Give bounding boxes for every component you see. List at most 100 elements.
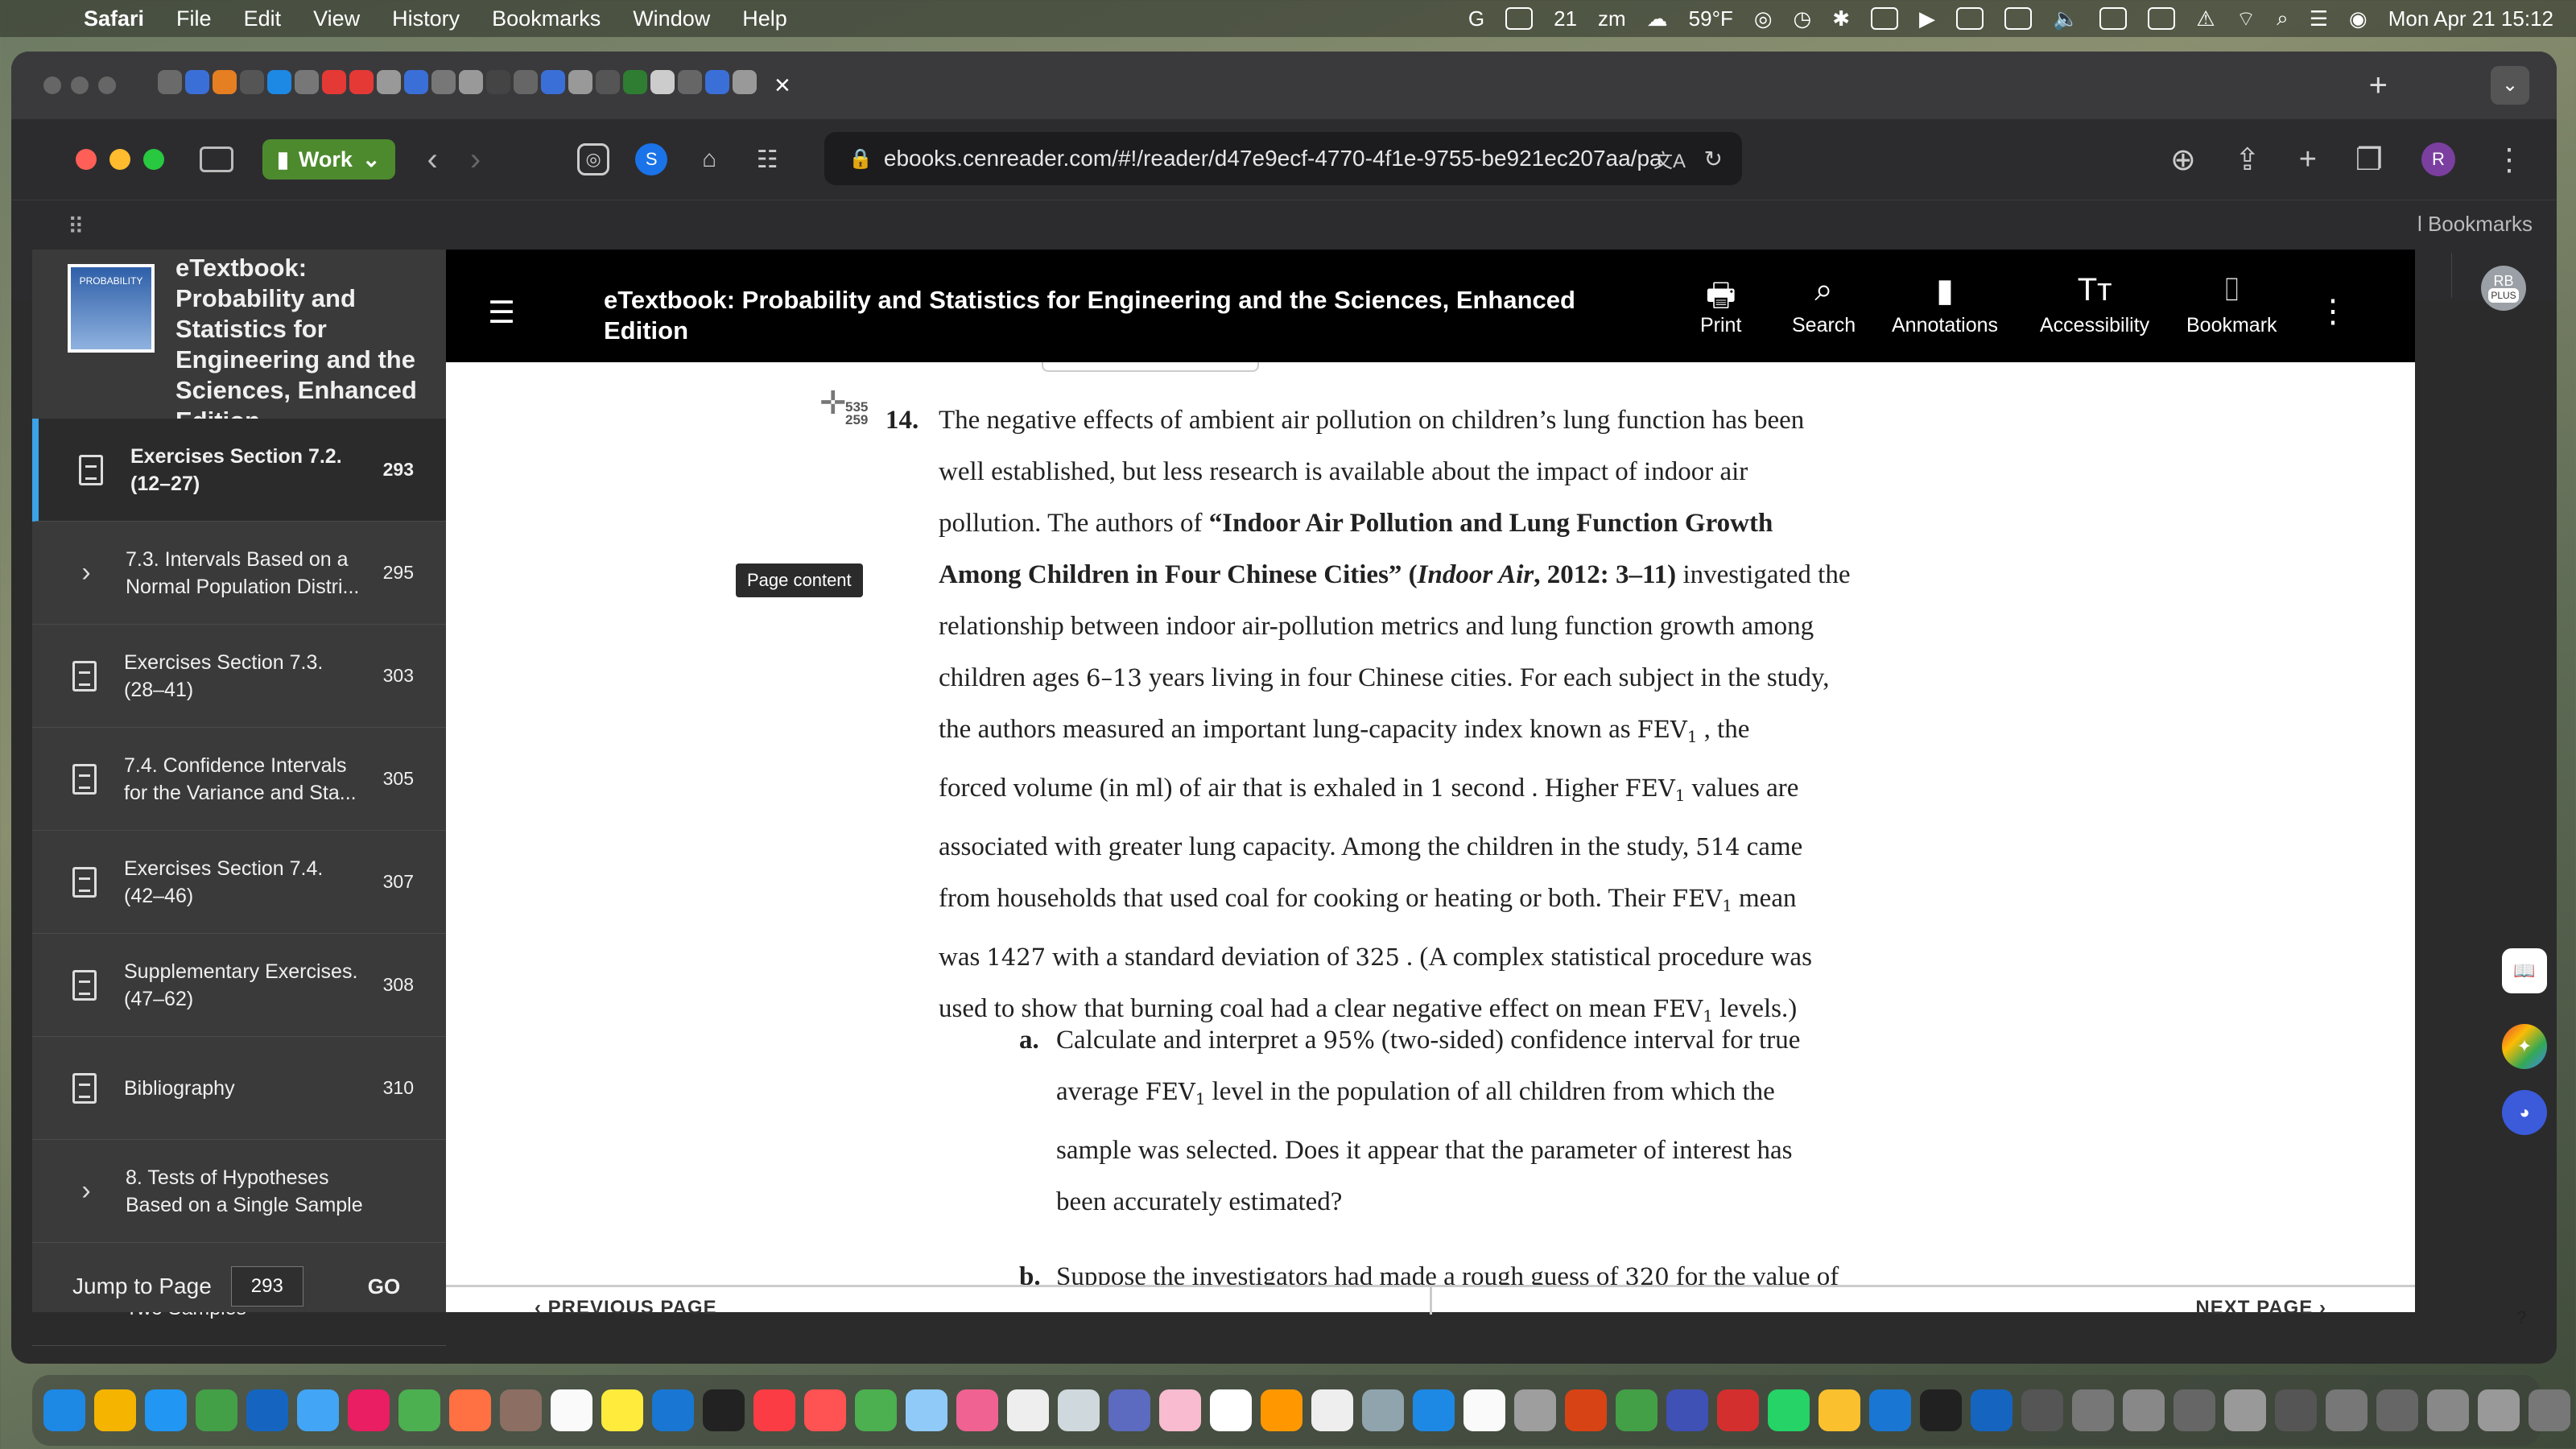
pinned-tab-icon[interactable] bbox=[514, 69, 538, 94]
close-window-icon[interactable] bbox=[76, 149, 97, 170]
sidebar-toggle-icon[interactable] bbox=[200, 147, 233, 172]
screenshot-extension-icon[interactable]: ◎ bbox=[577, 143, 610, 175]
reading-list-icon[interactable]: 📖 bbox=[2502, 948, 2547, 993]
volume-icon[interactable]: 🔈 bbox=[2053, 6, 2079, 31]
zoom-status-icon[interactable]: zm bbox=[1598, 6, 1626, 31]
dock-app-icon[interactable] bbox=[398, 1389, 440, 1431]
dock-app-icon[interactable] bbox=[246, 1389, 288, 1431]
dock-app-icon[interactable] bbox=[2021, 1389, 2063, 1431]
window-dot-close[interactable] bbox=[43, 76, 61, 94]
help-icon[interactable]: ? bbox=[2516, 1307, 2526, 1328]
dock-app-icon[interactable] bbox=[2326, 1389, 2368, 1431]
dock-app-icon[interactable] bbox=[1210, 1389, 1252, 1431]
pinned-tab-icon[interactable] bbox=[322, 69, 346, 94]
dock-app-icon[interactable] bbox=[348, 1389, 390, 1431]
dock-app-icon[interactable] bbox=[449, 1389, 491, 1431]
pinned-tab-icon[interactable] bbox=[623, 69, 647, 94]
dock-app-icon[interactable] bbox=[1058, 1389, 1100, 1431]
archive-extension-icon[interactable]: ⌂ bbox=[693, 143, 725, 175]
pinned-tab-icon[interactable] bbox=[486, 69, 510, 94]
dock-app-icon[interactable] bbox=[703, 1389, 745, 1431]
go-button[interactable]: GO bbox=[368, 1274, 400, 1299]
profile-button[interactable]: ▮ Work ⌄ bbox=[262, 139, 395, 180]
dock-app-icon[interactable] bbox=[297, 1389, 339, 1431]
bluetooth-icon[interactable]: ✱ bbox=[1832, 6, 1850, 31]
add-tab-icon[interactable]: + bbox=[2299, 142, 2317, 177]
print-button[interactable]: 🖶 Print bbox=[1700, 272, 1741, 337]
dock-app-icon[interactable] bbox=[1362, 1389, 1404, 1431]
dock-app-icon[interactable] bbox=[94, 1389, 136, 1431]
phone-icon[interactable] bbox=[2148, 7, 2176, 30]
annotations-button[interactable]: ▮ Annotations bbox=[1892, 272, 1998, 337]
dock-app-icon[interactable] bbox=[652, 1389, 694, 1431]
notification-icon[interactable]: ⚠ bbox=[2196, 6, 2215, 31]
dock-app-icon[interactable] bbox=[1869, 1389, 1911, 1431]
pinned-tab-icon[interactable] bbox=[678, 69, 702, 94]
chat-bot-icon[interactable]: ◕ bbox=[2502, 1090, 2547, 1135]
dock-app-icon[interactable] bbox=[906, 1389, 947, 1431]
zoom-window-icon[interactable] bbox=[143, 149, 164, 170]
previous-page-button[interactable]: ‹ PREVIOUS PAGE bbox=[535, 1297, 717, 1319]
toc-item[interactable]: Exercises Section 7.2. (12–27) 293 bbox=[32, 419, 446, 522]
new-tab-plus-icon[interactable]: + bbox=[2369, 68, 2388, 104]
wifi-icon[interactable]: ⌔ bbox=[2236, 6, 2256, 32]
weather-temp[interactable]: 59°F bbox=[1689, 6, 1733, 31]
dock-app-icon[interactable] bbox=[1717, 1389, 1759, 1431]
download-icon[interactable]: ⊕ bbox=[2170, 142, 2196, 178]
account-avatar[interactable]: R bbox=[2421, 142, 2455, 176]
tab-overview-icon[interactable]: ❐ bbox=[2355, 142, 2383, 178]
pinned-tab-icon[interactable] bbox=[596, 69, 620, 94]
dock-app-icon[interactable] bbox=[551, 1389, 592, 1431]
window-dot-max[interactable] bbox=[98, 76, 116, 94]
dock-app-icon[interactable] bbox=[2174, 1389, 2215, 1431]
more-options-icon[interactable]: ⋮ bbox=[2494, 142, 2524, 178]
pinned-tab-icon[interactable] bbox=[459, 69, 483, 94]
dock-app-icon[interactable] bbox=[43, 1389, 85, 1431]
dock-app-icon[interactable] bbox=[1159, 1389, 1201, 1431]
dock-app-icon[interactable] bbox=[2529, 1389, 2570, 1431]
assistant-icon[interactable]: ✦ bbox=[2502, 1024, 2547, 1069]
dock-app-icon[interactable] bbox=[1616, 1389, 1657, 1431]
toc-item[interactable]: › 8. Tests of Hypotheses Based on a Singl… bbox=[32, 1140, 446, 1243]
dock-app-icon[interactable] bbox=[804, 1389, 846, 1431]
dock-app-icon[interactable] bbox=[855, 1389, 897, 1431]
pinned-tab-icon[interactable] bbox=[213, 69, 237, 94]
menu-help[interactable]: Help bbox=[742, 6, 787, 31]
google-status-icon[interactable]: G bbox=[1468, 6, 1484, 31]
dock-app-icon[interactable] bbox=[601, 1389, 643, 1431]
bookmark-button[interactable]: ⌷ Bookmark bbox=[2186, 272, 2277, 337]
dock-app-icon[interactable] bbox=[1463, 1389, 1505, 1431]
pinned-tab-icon[interactable] bbox=[568, 69, 592, 94]
toc-item[interactable]: Bibliography 310 bbox=[32, 1037, 446, 1140]
pinned-tab-icon[interactable] bbox=[158, 69, 182, 94]
toc-item[interactable]: Exercises Section 7.4. (42–46) 307 bbox=[32, 831, 446, 934]
pinned-tab-icon[interactable] bbox=[541, 69, 565, 94]
calendar-status-icon[interactable]: 21 bbox=[1554, 6, 1577, 31]
dock-app-icon[interactable] bbox=[1261, 1389, 1302, 1431]
dock-app-icon[interactable] bbox=[2072, 1389, 2114, 1431]
dock-app-icon[interactable] bbox=[1007, 1389, 1049, 1431]
menu-file[interactable]: File bbox=[176, 6, 212, 31]
collapse-menu-icon[interactable]: ☰ bbox=[488, 295, 515, 331]
dock-app-icon[interactable] bbox=[1514, 1389, 1556, 1431]
dock-app-icon[interactable] bbox=[500, 1389, 542, 1431]
dock-app-icon[interactable] bbox=[1920, 1389, 1962, 1431]
dock-app-icon[interactable] bbox=[2376, 1389, 2418, 1431]
accessibility-button[interactable]: Tт Accessibility bbox=[2040, 272, 2149, 337]
dock-app-icon[interactable] bbox=[2123, 1389, 2165, 1431]
toc-item[interactable]: Supplementary Exercises. (47–62) 308 bbox=[32, 934, 446, 1037]
dock-app-icon[interactable] bbox=[1971, 1389, 2013, 1431]
dock-app-icon[interactable] bbox=[753, 1389, 795, 1431]
next-page-button[interactable]: NEXT PAGE › bbox=[2195, 1297, 2326, 1319]
airplay-icon[interactable]: ◎ bbox=[1754, 6, 1773, 31]
spotlight-icon[interactable]: ⌕ bbox=[2277, 6, 2289, 31]
address-bar[interactable]: 🔒 ebooks.cenreader.com/#!/reader/d47e9ec… bbox=[824, 132, 1742, 185]
pinned-tab-icon[interactable] bbox=[431, 69, 456, 94]
dock-app-icon[interactable] bbox=[1413, 1389, 1455, 1431]
menu-clock[interactable]: Mon Apr 21 15:12 bbox=[2388, 6, 2553, 31]
dock-app-icon[interactable] bbox=[956, 1389, 998, 1431]
drive-status-icon[interactable] bbox=[1505, 7, 1534, 30]
jump-page-input[interactable]: 293 bbox=[230, 1266, 303, 1307]
pinned-tab-icon[interactable] bbox=[267, 69, 291, 94]
pinned-tab-icon[interactable] bbox=[295, 69, 319, 94]
